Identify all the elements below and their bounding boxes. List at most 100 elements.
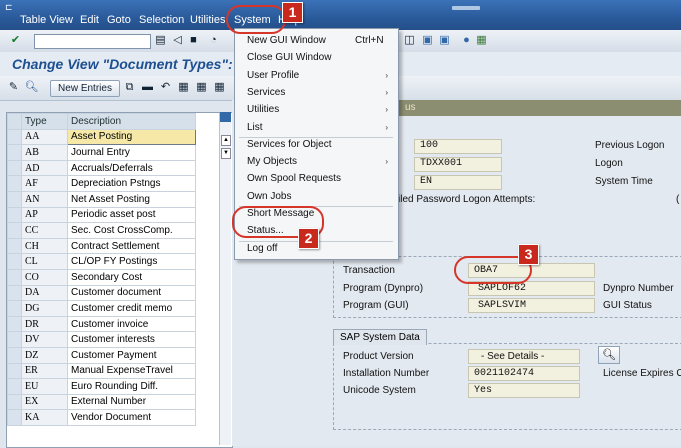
table-row[interactable]: CL CL/OP FY Postings [7,253,196,270]
scroll-up-icon[interactable]: ▲ [221,135,231,146]
description-cell[interactable]: Customer interests [67,331,196,348]
table-row[interactable]: CO Secondary Cost [7,268,196,286]
type-cell[interactable]: EU [21,378,68,395]
row-selector[interactable] [7,284,22,302]
menu-table-view[interactable]: Table View [20,14,73,26]
type-cell[interactable]: EX [21,393,68,411]
row-selector[interactable] [7,346,22,364]
copy-icon[interactable]: ⧉ [122,80,137,95]
system-menu-item[interactable]: User Profile [247,70,299,81]
description-cell[interactable]: Euro Rounding Diff. [67,378,196,395]
type-cell[interactable]: AF [21,175,68,192]
description-cell[interactable]: Accruals/Deferrals [67,159,196,177]
table-row[interactable]: DZ Customer Payment [7,346,196,364]
row-selector[interactable] [7,206,22,224]
system-menu-item[interactable]: My Objects [247,156,297,167]
system-menu-item[interactable]: Own Jobs [247,191,291,202]
row-selector[interactable] [7,190,22,208]
window-menu-icon[interactable]: ⊏ [5,2,13,13]
table-vertical-scrollbar[interactable]: ▲ ▼ [219,113,231,445]
type-cell[interactable]: DZ [21,346,68,364]
description-cell[interactable]: Customer Payment [67,346,196,364]
row-selector[interactable] [7,222,22,239]
row-selector[interactable] [7,268,22,286]
type-cell[interactable]: AA [21,128,68,146]
table-row[interactable]: ER Manual ExpenseTravel [7,362,196,380]
type-cell[interactable]: CO [21,268,68,286]
description-cell[interactable]: Vendor Document [67,409,196,426]
help-icon[interactable]: ● [459,33,474,48]
row-selector[interactable] [7,144,22,161]
row-selector[interactable] [7,128,22,146]
description-cell[interactable]: Manual ExpenseTravel [67,362,196,380]
find-icon[interactable]: 🔍︎ [24,80,39,95]
change-display-icon[interactable]: ✎ [6,80,21,95]
system-menu-item[interactable]: New GUI Window [247,35,326,46]
details-search-icon[interactable]: 🔍︎ [598,346,620,364]
row-selector[interactable] [7,393,22,411]
row-selector[interactable] [7,331,22,348]
system-menu-item[interactable]: Services [247,87,285,98]
layout-icon[interactable]: ▣ [420,33,435,48]
type-cell[interactable]: AD [21,159,68,177]
select-block-icon[interactable]: ▦ [194,80,209,95]
menu-goto[interactable]: Goto [107,14,131,26]
description-cell[interactable]: Customer credit memo [67,300,196,317]
description-cell[interactable]: Secondary Cost [67,268,196,286]
system-menu-item[interactable]: Log off [247,243,277,254]
description-cell[interactable]: Depreciation Pstngs [67,175,196,192]
undo-icon[interactable]: ↶ [158,80,173,95]
column-header-description[interactable]: Description [67,113,196,130]
customize-icon[interactable]: ▦ [474,33,489,48]
type-cell[interactable]: ER [21,362,68,380]
table-row[interactable]: DA Customer document [7,284,196,302]
row-selector-header[interactable] [7,113,22,130]
type-cell[interactable]: CC [21,222,68,239]
enter-check-icon[interactable]: ✔ [8,33,23,48]
system-menu-item[interactable]: Close GUI Window [247,52,331,63]
table-row[interactable]: AN Net Asset Posting [7,190,196,208]
table-row[interactable]: DG Customer credit memo [7,300,196,317]
table-row[interactable]: AP Periodic asset post [7,206,196,224]
menu-utilities[interactable]: Utilities [190,14,225,26]
type-cell[interactable]: DR [21,315,68,333]
row-selector[interactable] [7,378,22,395]
row-selector[interactable] [7,409,22,426]
column-header-type[interactable]: Type [21,113,68,130]
description-cell[interactable]: Journal Entry [67,144,196,161]
row-selector[interactable] [7,253,22,270]
type-cell[interactable]: DG [21,300,68,317]
row-selector[interactable] [7,159,22,177]
exit-icon[interactable]: ◔ [206,33,221,48]
description-cell[interactable]: Customer document [67,284,196,302]
row-selector[interactable] [7,315,22,333]
menu-edit[interactable]: Edit [80,14,99,26]
type-cell[interactable]: AB [21,144,68,161]
delete-icon[interactable]: ▬ [140,80,155,95]
back-icon[interactable]: ◁ [170,33,185,48]
table-row[interactable]: DV Customer interests [7,331,196,348]
table-row[interactable]: EU Euro Rounding Diff. [7,378,196,395]
system-menu-item[interactable]: Own Spool Requests [247,173,341,184]
table-row[interactable]: EX External Number [7,393,196,411]
type-cell[interactable]: AN [21,190,68,208]
description-cell[interactable]: Contract Settlement [67,237,196,255]
select-all-icon[interactable]: ▦ [176,80,191,95]
scroll-down-icon[interactable]: ▼ [221,148,231,159]
description-cell[interactable]: External Number [67,393,196,411]
create-session-icon[interactable]: ◫ [402,33,417,48]
type-cell[interactable]: AP [21,206,68,224]
new-entries-button[interactable]: New Entries [50,80,120,97]
system-menu-item[interactable]: List [247,122,263,133]
deselect-icon[interactable]: ▦ [212,80,227,95]
table-settings-icon[interactable] [220,112,231,122]
table-row[interactable]: DR Customer invoice [7,315,196,333]
system-menu-item[interactable]: Services for Object [247,139,331,150]
description-cell[interactable]: Asset Posting [67,128,196,146]
table-row[interactable]: AB Journal Entry [7,144,196,161]
layout2-icon[interactable]: ▣ [437,33,452,48]
type-cell[interactable]: CH [21,237,68,255]
row-selector[interactable] [7,175,22,192]
description-cell[interactable]: CL/OP FY Postings [67,253,196,270]
description-cell[interactable]: Sec. Cost CrossComp. [67,222,196,239]
